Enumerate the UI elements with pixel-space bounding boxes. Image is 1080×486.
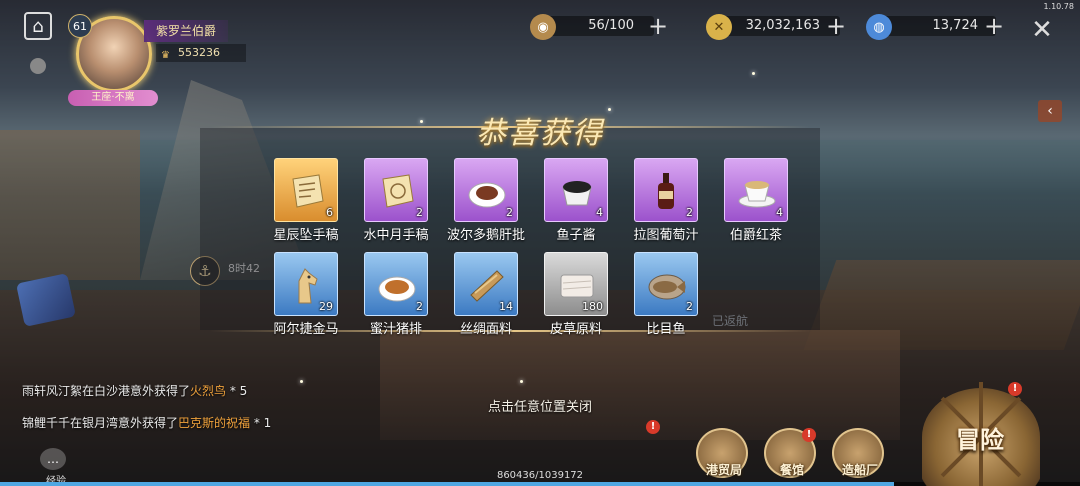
chat-message[interactable]: 雨轩风汀絮在白沙港意外获得了火烈鸟 * 5: [22, 382, 247, 399]
player-title-badge: 王座·不离: [68, 90, 158, 106]
exp-bar-fill: [0, 482, 895, 486]
item-count: 4: [596, 206, 603, 219]
settings-compass-icon[interactable]: ✕: [1028, 16, 1056, 44]
item-slot: 6: [274, 158, 338, 222]
power-value: 553236: [178, 46, 220, 59]
item-name: 皮草原料: [549, 322, 602, 337]
item-name: 鱼子酱: [556, 228, 596, 243]
expand-arrow-icon[interactable]: ‹: [1038, 100, 1062, 122]
adventure-button[interactable]: 冒险: [950, 420, 1010, 455]
button-label: 餐馆: [779, 463, 804, 477]
player-name: 紫罗兰伯爵: [144, 20, 229, 42]
item-name: 星辰坠手稿: [273, 228, 339, 243]
foie-gras-icon: [468, 182, 506, 208]
gold-coin-icon: ✕: [706, 14, 732, 40]
home-button[interactable]: ⌂: [24, 12, 52, 40]
alert-badge: !: [802, 428, 816, 442]
player-card[interactable]: 61 紫罗兰伯爵 ♛ 553236 王座·不离: [68, 10, 258, 110]
button-label: 造船厂: [841, 463, 878, 477]
adventure-alert-badge: !: [1008, 382, 1022, 396]
alert-badge: !: [646, 420, 660, 434]
fur-icon: [560, 274, 594, 298]
item-name: 波尔多鹅肝批: [446, 228, 525, 243]
globe-gem-icon: ◍: [866, 14, 892, 40]
item-count: 4: [776, 206, 783, 219]
item-slot: 4: [724, 158, 788, 222]
item-slot: 180: [544, 252, 608, 316]
add-gold-button[interactable]: +: [826, 12, 846, 40]
item-name: 丝绸面料: [459, 322, 512, 337]
sparkle: [520, 380, 523, 383]
manuscript-icon: [292, 174, 324, 208]
sparkle: [752, 72, 755, 75]
crown-icon: ♛: [161, 50, 170, 61]
item-count: 2: [686, 300, 693, 313]
resource-gems: ◍ 13,724 +: [866, 12, 1006, 40]
exp-value: 860436/1039172: [496, 470, 584, 481]
item-name: 拉图葡萄汁: [633, 228, 699, 243]
wine-bottle-icon: [658, 173, 674, 209]
item-slot: 4: [544, 158, 608, 222]
cargo-bag-icon: ◉: [530, 14, 556, 40]
item-slot: 2: [454, 158, 518, 222]
add-cargo-button[interactable]: +: [648, 12, 668, 40]
item-slot: 2: [634, 158, 698, 222]
item-count: 2: [416, 206, 423, 219]
item-name: 水中月手稿: [363, 228, 429, 243]
item-slot: 2: [364, 252, 428, 316]
sparkle: [420, 120, 423, 123]
sparkle: [608, 108, 611, 111]
shipyard-button[interactable]: 造船厂: [832, 428, 884, 478]
item-count: 29: [319, 300, 333, 313]
caviar-icon: [562, 181, 592, 206]
version-label: 1.10.78: [1043, 2, 1074, 11]
chat-message[interactable]: 锦鲤千千在银月湾意外获得了巴克斯的祝福 * 1: [22, 414, 271, 431]
player-level: 61: [68, 14, 92, 38]
add-gems-button[interactable]: +: [984, 12, 1004, 40]
item-count: 180: [582, 300, 603, 313]
item-name: 伯爵红茶: [729, 228, 782, 243]
item-count: 14: [499, 300, 513, 313]
cargo-value: 56/100: [588, 18, 634, 33]
item-count: 6: [326, 206, 333, 219]
home-icon: ⌂: [32, 15, 44, 37]
horse-icon: [298, 268, 318, 304]
button-label: 港贸局: [705, 463, 742, 477]
item-slot: 2: [364, 158, 428, 222]
trade-office-button[interactable]: 港贸局: [696, 428, 748, 478]
gold-value: 32,032,163: [745, 18, 820, 33]
info-icon[interactable]: [30, 58, 46, 74]
item-slot: 2: [634, 252, 698, 316]
restaurant-button[interactable]: 餐馆 !: [764, 428, 816, 478]
sparkle: [300, 380, 303, 383]
item-slot: 29: [274, 252, 338, 316]
item-count: 2: [416, 300, 423, 313]
resource-gold: ✕ 32,032,163 +: [706, 12, 846, 40]
flatfish-icon: [648, 274, 686, 300]
item-slot: 14: [454, 252, 518, 316]
item-name: 蜜汁猪排: [369, 322, 422, 337]
item-count: 2: [506, 206, 513, 219]
tap-to-close-hint: 点击任意位置关闭: [487, 400, 592, 415]
tea-cup-icon: [738, 181, 776, 208]
chat-bubble-icon[interactable]: …: [40, 448, 66, 470]
silk-roll-icon: [470, 270, 504, 302]
gem-value: 13,724: [932, 18, 979, 33]
item-name: 比目鱼: [646, 322, 686, 337]
manuscript-icon: [382, 174, 414, 208]
exp-bar: [0, 482, 1080, 486]
item-count: 2: [686, 206, 693, 219]
player-power: ♛ 553236: [156, 44, 246, 62]
pork-chop-icon: [378, 276, 416, 302]
item-name: 阿尔捷金马: [273, 322, 339, 337]
popup-title: 恭喜获得: [476, 116, 604, 151]
resource-cargo: ◉ 56/100 +: [530, 12, 670, 40]
